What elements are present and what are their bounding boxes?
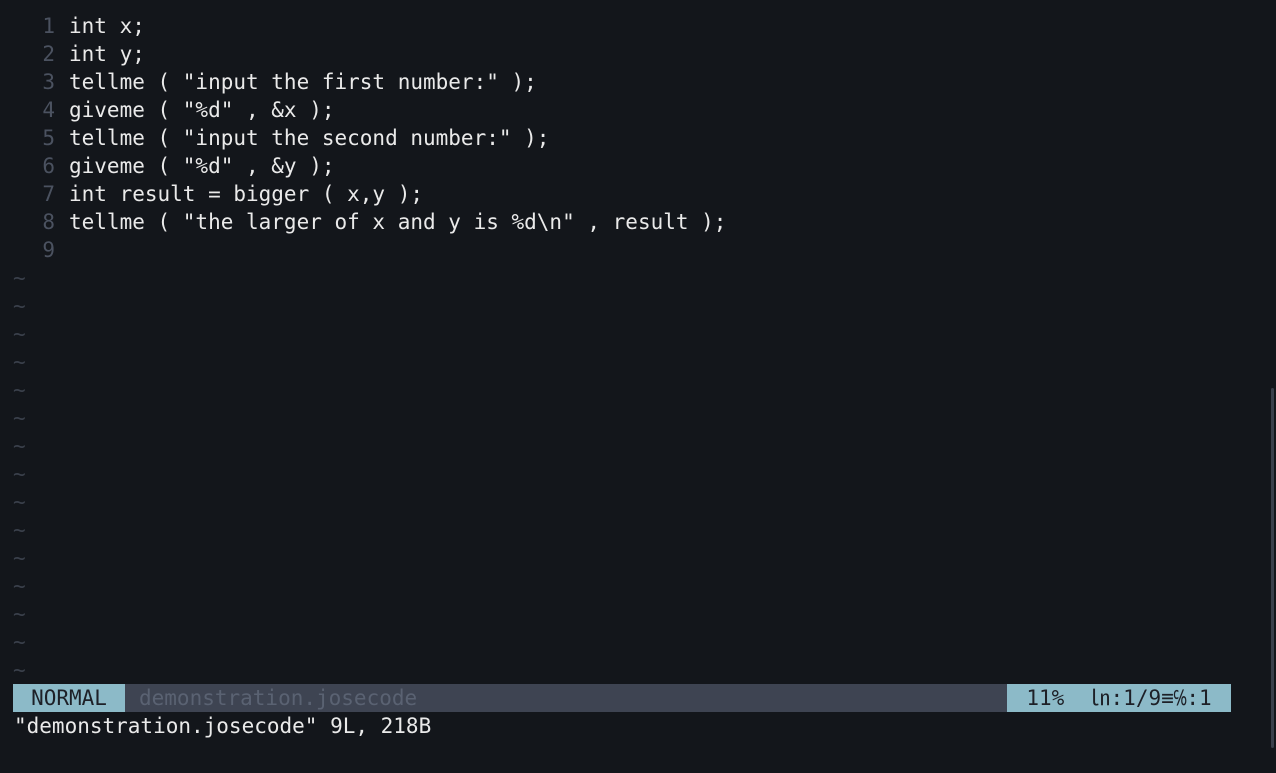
code-text[interactable]: int result = bigger ( x,y ); <box>69 180 423 208</box>
line-number: 4 <box>42 98 55 122</box>
empty-line-marker: ~ <box>13 658 26 682</box>
empty-line-marker: ~ <box>13 350 26 374</box>
code-line[interactable]: 6 giveme ( "%d" , &y ); <box>13 152 335 180</box>
mode-indicator: NORMAL <box>13 684 125 712</box>
code-text[interactable]: int x; <box>69 12 145 40</box>
code-line[interactable]: 7 int result = bigger ( x,y ); <box>13 180 423 208</box>
code-line[interactable]: 8 tellme ( "the larger of x and y is %d\n… <box>13 208 726 236</box>
empty-line-marker: ~ <box>13 490 26 514</box>
empty-line-marker: ~ <box>13 462 26 486</box>
line-number: 7 <box>42 182 55 206</box>
empty-line-marker: ~ <box>13 266 26 290</box>
empty-line-marker: ~ <box>13 546 26 570</box>
empty-line-marker: ~ <box>13 602 26 626</box>
empty-line-marker: ~ <box>13 294 26 318</box>
line-number: 3 <box>42 70 55 94</box>
code-line[interactable]: 5 tellme ( "input the second number:" ); <box>13 124 549 152</box>
code-line[interactable]: 9 <box>13 236 69 264</box>
empty-line-marker: ~ <box>13 434 26 458</box>
cursor-position-info: 11% ㏑:1/9≡℅:1 <box>1007 684 1231 712</box>
code-line[interactable]: 1 int x; <box>13 12 145 40</box>
empty-line-marker: ~ <box>13 406 26 430</box>
command-line-message[interactable]: "demonstration.josecode" 9L, 218B <box>14 712 431 740</box>
window-scrollbar[interactable] <box>1271 388 1274 748</box>
line-number: 9 <box>42 238 55 262</box>
line-number: 8 <box>42 210 55 234</box>
code-text[interactable]: giveme ( "%d" , &x ); <box>69 96 335 124</box>
code-text[interactable]: tellme ( "input the first number:" ); <box>69 68 537 96</box>
code-text[interactable]: int y; <box>69 40 145 68</box>
empty-line-marker: ~ <box>13 378 26 402</box>
code-line[interactable]: 2 int y; <box>13 40 145 68</box>
line-number: 6 <box>42 154 55 178</box>
empty-line-marker: ~ <box>13 322 26 346</box>
empty-line-marker: ~ <box>13 518 26 542</box>
code-text[interactable]: tellme ( "input the second number:" ); <box>69 124 549 152</box>
empty-line-marker: ~ <box>13 630 26 654</box>
line-number: 5 <box>42 126 55 150</box>
statusline-filename: demonstration.josecode <box>139 686 418 710</box>
code-line[interactable]: 4 giveme ( "%d" , &x ); <box>13 96 335 124</box>
statusline: NORMAL demonstration.josecode 11% ㏑:1/9≡… <box>13 684 1231 712</box>
line-number: 2 <box>42 42 55 66</box>
code-text[interactable]: giveme ( "%d" , &y ); <box>69 152 335 180</box>
line-number: 1 <box>42 14 55 38</box>
code-text[interactable]: tellme ( "the larger of x and y is %d\n"… <box>69 208 726 236</box>
empty-line-marker: ~ <box>13 574 26 598</box>
code-line[interactable]: 3 tellme ( "input the first number:" ); <box>13 68 537 96</box>
